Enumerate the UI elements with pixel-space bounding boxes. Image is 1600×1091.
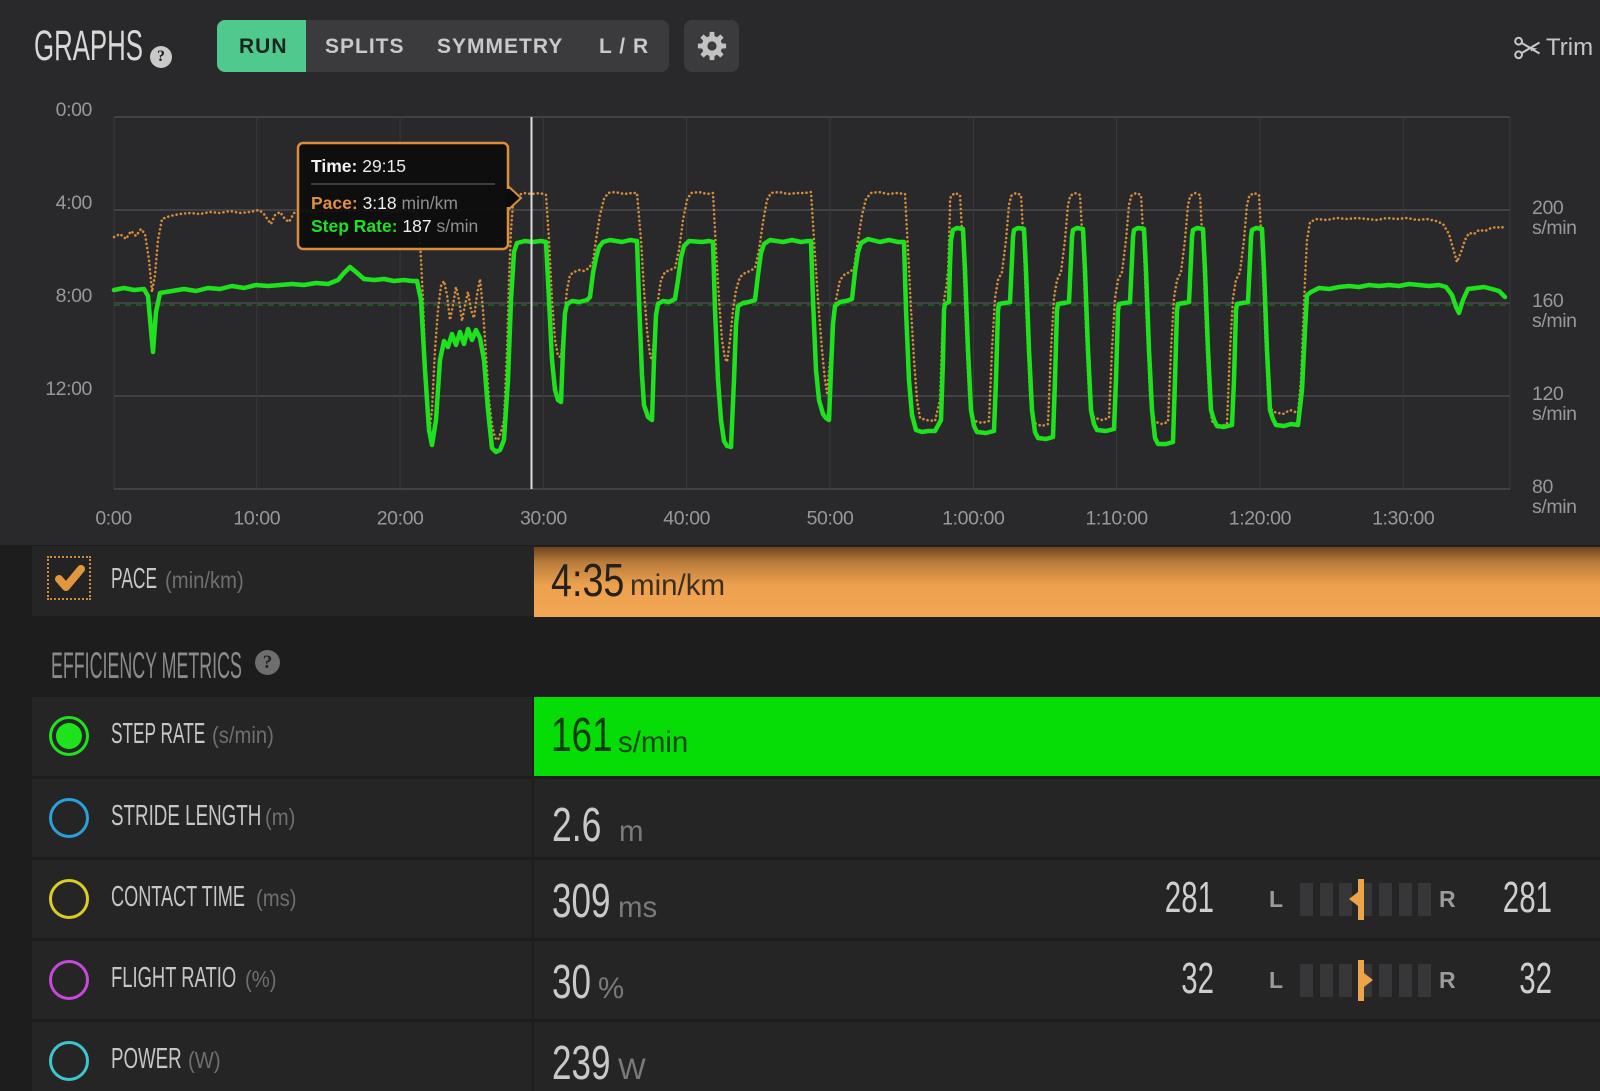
svg-text:s/min: s/min (1532, 403, 1577, 425)
svg-text:8:00: 8:00 (56, 285, 93, 307)
svg-text:30:00: 30:00 (520, 508, 567, 530)
svg-text:200: 200 (1532, 197, 1564, 219)
svg-text:50:00: 50:00 (807, 508, 854, 530)
svg-text:120: 120 (1532, 383, 1564, 405)
svg-text:Pace: 3:18 min/km: Pace: 3:18 min/km (311, 193, 458, 213)
svg-text:1:10:00: 1:10:00 (1085, 508, 1148, 530)
svg-text:80: 80 (1532, 476, 1553, 498)
svg-text:1:30:00: 1:30:00 (1372, 508, 1435, 530)
svg-text:s/min: s/min (1532, 496, 1577, 518)
svg-text:s/min: s/min (1532, 217, 1577, 239)
svg-text:12:00: 12:00 (45, 378, 92, 400)
svg-text:0:00: 0:00 (95, 508, 132, 530)
svg-text:40:00: 40:00 (663, 508, 710, 530)
svg-text:20:00: 20:00 (377, 508, 424, 530)
svg-text:Time: 29:15: Time: 29:15 (311, 156, 406, 176)
svg-text:1:00:00: 1:00:00 (942, 508, 1005, 530)
svg-text:160: 160 (1532, 290, 1564, 312)
svg-text:s/min: s/min (1532, 310, 1577, 332)
svg-text:0:00: 0:00 (56, 99, 93, 121)
svg-text:4:00: 4:00 (56, 192, 93, 214)
svg-text:10:00: 10:00 (233, 508, 280, 530)
svg-text:1:20:00: 1:20:00 (1229, 508, 1292, 530)
svg-text:Step Rate: 187 s/min: Step Rate: 187 s/min (311, 216, 478, 236)
